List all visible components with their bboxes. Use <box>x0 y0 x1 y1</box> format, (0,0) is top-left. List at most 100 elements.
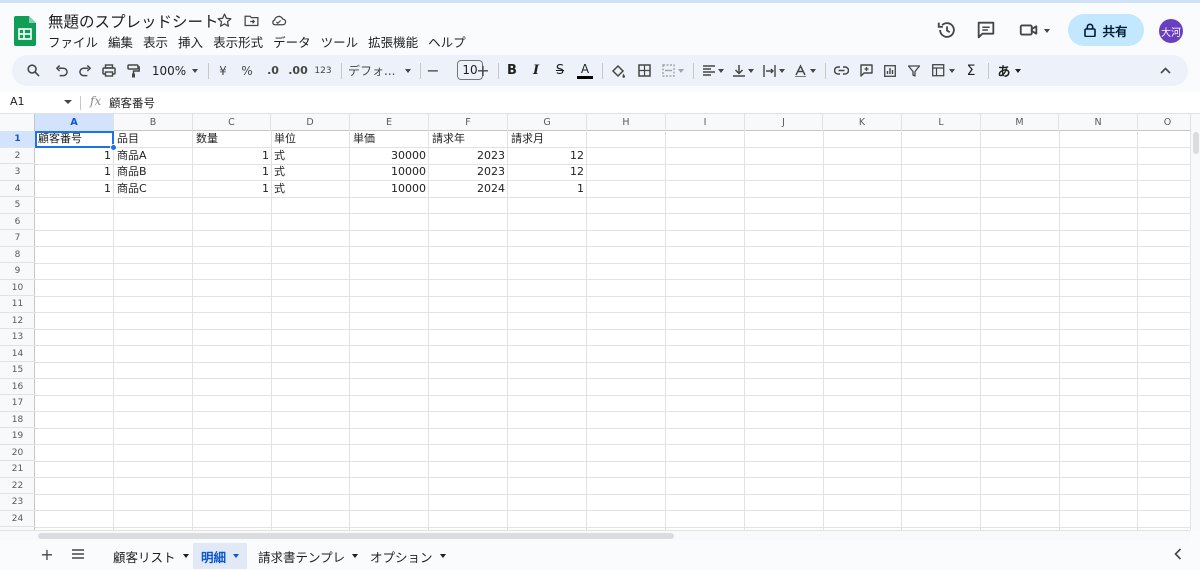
decrease-decimal-button[interactable]: .0 <box>262 60 284 81</box>
row-header-9[interactable]: 9 <box>0 263 35 280</box>
increase-decimal-button[interactable]: .00 <box>286 60 310 81</box>
font-select[interactable]: デフォ... <box>348 60 414 81</box>
cell-c3[interactable]: 1 <box>193 164 272 181</box>
horizontal-align-icon[interactable] <box>700 60 726 81</box>
row-header-12[interactable]: 12 <box>0 313 35 329</box>
currency-format-button[interactable]: ¥ <box>216 60 230 81</box>
cell-c1[interactable]: 数量 <box>193 131 272 148</box>
cloud-saved-icon[interactable] <box>270 12 287 29</box>
column-header-f[interactable]: F <box>429 114 508 131</box>
menu-data[interactable]: データ <box>268 34 316 52</box>
column-header-o[interactable]: O <box>1138 114 1190 131</box>
insert-link-icon[interactable] <box>832 60 850 81</box>
column-header-h[interactable]: H <box>587 114 666 131</box>
column-header-b[interactable]: B <box>114 114 193 131</box>
cell-area[interactable]: 顧客番号 品目 数量 単位 単価 請求年 請求月 1 商品A 1 式 30000 2023 12 1 商品B 1… <box>35 131 1190 530</box>
row-header-15[interactable]: 15 <box>0 362 35 379</box>
menu-extensions[interactable]: 拡張機能 <box>363 34 423 52</box>
vertical-align-icon[interactable] <box>730 60 756 81</box>
star-icon[interactable] <box>216 12 233 29</box>
menu-format[interactable]: 表示形式 <box>208 34 268 52</box>
cell-f3[interactable]: 2023 <box>429 164 508 181</box>
cell-e2[interactable]: 30000 <box>350 148 429 165</box>
version-history-icon[interactable] <box>936 19 958 41</box>
row-header-6[interactable]: 6 <box>0 214 35 230</box>
menu-insert[interactable]: 挿入 <box>173 34 208 52</box>
row-header-7[interactable]: 7 <box>0 230 35 247</box>
cell-b2[interactable]: 商品A <box>114 148 193 165</box>
font-size-increase-button[interactable]: + <box>475 60 491 81</box>
redo-icon[interactable] <box>76 60 94 81</box>
borders-icon[interactable] <box>635 60 653 81</box>
bold-button[interactable]: B <box>504 60 520 81</box>
row-header-3[interactable]: 3 <box>0 164 35 181</box>
sheet-tab-dropdown-icon[interactable] <box>439 554 446 558</box>
cell-f2[interactable]: 2023 <box>429 148 508 165</box>
cell-f1[interactable]: 請求年 <box>429 131 508 148</box>
row-header-22[interactable]: 22 <box>0 478 35 494</box>
meet-video-icon[interactable] <box>1018 19 1040 41</box>
comments-icon[interactable] <box>975 19 997 41</box>
column-header-i[interactable]: I <box>666 114 745 131</box>
cell-a2[interactable]: 1 <box>35 148 114 165</box>
sheet-tab-invoice-template[interactable]: 請求書テンプレ <box>250 543 366 569</box>
cell-b3[interactable]: 商品B <box>114 164 193 181</box>
strikethrough-button[interactable]: S <box>552 60 568 81</box>
sheets-logo-icon[interactable] <box>14 16 36 46</box>
row-header-20[interactable]: 20 <box>0 445 35 461</box>
all-sheets-icon[interactable] <box>70 547 86 563</box>
filter-icon[interactable] <box>905 60 923 81</box>
percent-format-button[interactable]: % <box>239 60 255 81</box>
text-rotation-icon[interactable] <box>792 60 818 81</box>
cell-b4[interactable]: 商品C <box>114 181 193 198</box>
row-header-24[interactable]: 24 <box>0 511 35 527</box>
paint-format-icon[interactable] <box>124 60 142 81</box>
column-header-k[interactable]: K <box>823 114 902 131</box>
fill-handle[interactable] <box>110 144 117 151</box>
sheet-tab-customer-list[interactable]: 顧客リスト <box>105 543 197 569</box>
row-header-1[interactable]: 1 <box>0 131 35 148</box>
fill-color-icon[interactable] <box>609 60 627 81</box>
row-header-11[interactable]: 11 <box>0 296 35 313</box>
vertical-scrollbar[interactable] <box>1190 114 1200 530</box>
cell-a3[interactable]: 1 <box>35 164 114 181</box>
row-header-16[interactable]: 16 <box>0 379 35 395</box>
name-box[interactable]: A1 <box>10 95 25 108</box>
meet-dropdown-icon[interactable] <box>1044 29 1050 33</box>
cell-d3[interactable]: 式 <box>271 164 350 181</box>
functions-button[interactable]: Σ <box>963 60 979 81</box>
sheet-tab-dropdown-icon[interactable] <box>352 554 359 558</box>
move-to-folder-icon[interactable] <box>243 12 260 29</box>
row-header-23[interactable]: 23 <box>0 494 35 511</box>
document-title[interactable]: 無題のスプレッドシート <box>48 10 219 32</box>
zoom-select[interactable]: 100% <box>151 60 199 81</box>
cell-e1[interactable]: 単価 <box>350 131 429 148</box>
column-header-a[interactable]: A <box>35 114 114 131</box>
row-header-8[interactable]: 8 <box>0 247 35 263</box>
column-header-g[interactable]: G <box>508 114 587 131</box>
share-button[interactable]: 共有 <box>1068 14 1144 46</box>
undo-icon[interactable] <box>52 60 70 81</box>
sheet-tab-details[interactable]: 明細 <box>193 543 248 569</box>
cell-a4[interactable]: 1 <box>35 181 114 198</box>
insert-comment-icon[interactable] <box>857 60 875 81</box>
cell-c4[interactable]: 1 <box>193 181 272 198</box>
filter-views-icon[interactable] <box>929 60 957 81</box>
row-header-2[interactable]: 2 <box>0 148 35 164</box>
sheet-tab-dropdown-icon[interactable] <box>233 554 240 558</box>
row-header-13[interactable]: 13 <box>0 329 35 346</box>
row-header-5[interactable]: 5 <box>0 197 35 214</box>
insert-chart-icon[interactable] <box>881 60 899 81</box>
menu-tools[interactable]: ツール <box>316 34 364 52</box>
column-header-d[interactable]: D <box>271 114 350 131</box>
sheet-tab-options[interactable]: オプション <box>362 543 454 569</box>
cell-e4[interactable]: 10000 <box>350 181 429 198</box>
horizontal-scroll-thumb[interactable] <box>38 533 674 539</box>
sheet-tab-dropdown-icon[interactable] <box>182 554 189 558</box>
spreadsheet-grid[interactable]: ABCDEFGHIJKLMNO 1 2 3 4 5 6 7 8 9 10 11 12 13 14 15 16 1… <box>0 114 1190 530</box>
menu-file[interactable]: ファイル <box>48 34 103 52</box>
italic-button[interactable]: I <box>528 60 544 81</box>
row-header-4[interactable]: 4 <box>0 181 35 197</box>
print-icon[interactable] <box>100 60 118 81</box>
cell-f4[interactable]: 2024 <box>429 181 508 198</box>
